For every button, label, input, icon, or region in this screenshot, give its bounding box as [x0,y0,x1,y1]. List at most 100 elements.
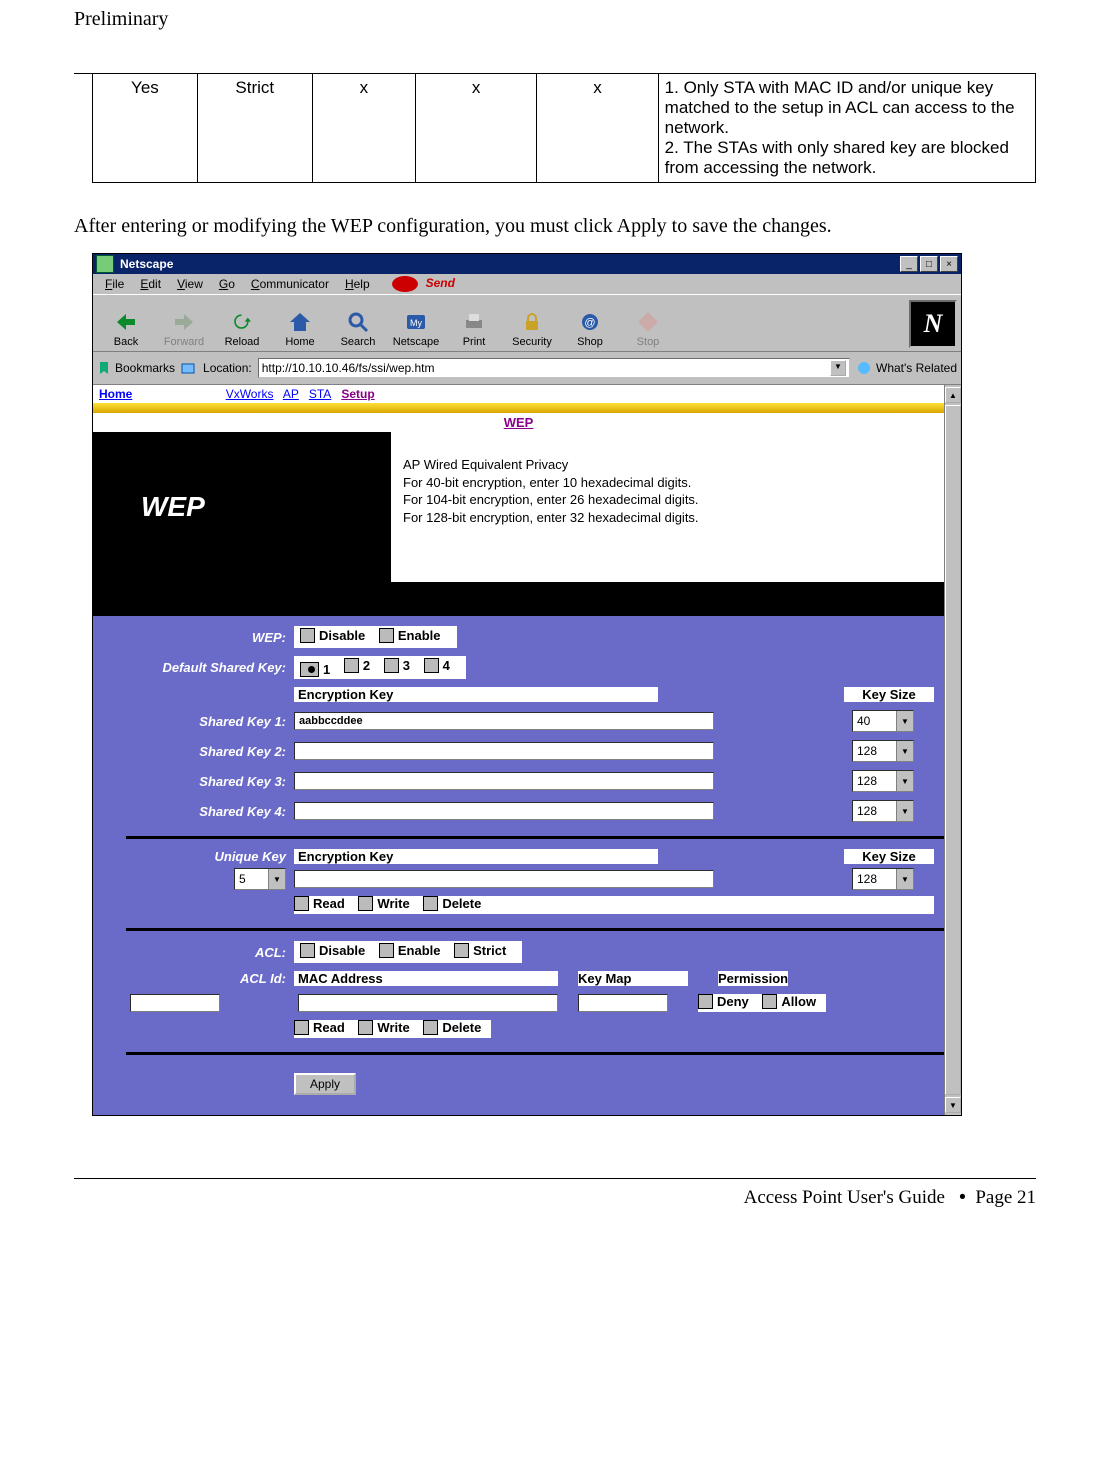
location-bar: Bookmarks Location: http://10.10.10.46/f… [93,352,961,385]
menu-go[interactable]: Go [213,276,241,292]
link-sta[interactable]: STA [309,387,331,401]
bookmarks-icon [97,361,111,375]
hero-description: AP Wired Equivalent Privacy For 40-bit e… [391,432,944,582]
back-button[interactable]: Back [97,310,155,348]
shared-key-2-input[interactable] [294,742,714,760]
acl-enable-radio[interactable]: Enable [379,943,441,958]
send-button[interactable]: Send [386,275,467,293]
dsk-4-radio[interactable]: 4 [424,658,450,673]
chevron-down-icon: ▼ [896,869,913,889]
shared-key-3-input[interactable] [294,772,714,790]
footer-rule [74,1178,1036,1179]
acl-disable-radio[interactable]: Disable [300,943,365,958]
home-button[interactable]: Home [271,310,329,348]
shared-key-3-size-select[interactable]: 128▼ [852,770,914,792]
scroll-down-button[interactable]: ▼ [945,1097,961,1113]
perm-deny-radio[interactable]: Deny [698,994,749,1009]
security-button[interactable]: Security [503,310,561,348]
toolbar-label: Stop [637,336,660,348]
shared-key-4-input[interactable] [294,802,714,820]
wep-disable-radio[interactable]: Disable [300,628,365,643]
location-dropdown-button[interactable]: ▼ [830,360,846,376]
forward-icon [171,310,197,334]
maximize-button[interactable]: □ [920,256,938,272]
acl-delete-radio[interactable]: Delete [423,1020,481,1035]
shop-icon: @ [577,310,603,334]
link-ap[interactable]: AP [283,387,299,401]
dsk-2-radio[interactable]: 2 [344,658,370,673]
location-drag-icon[interactable] [181,361,197,375]
shared-key-1-input[interactable] [294,712,714,730]
toolbar-label: Search [341,336,376,348]
toolbar-label: Back [114,336,138,348]
link-vxworks[interactable]: VxWorks [226,387,274,401]
shop-button[interactable]: @ Shop [561,310,619,348]
search-button[interactable]: Search [329,310,387,348]
shared-key-2-size-select[interactable]: 128▼ [852,740,914,762]
vertical-scrollbar[interactable]: ▲ ▼ [944,385,961,1115]
cell-x3: x [537,74,658,183]
netscape-button[interactable]: My Netscape [387,310,445,348]
dsk-1-radio[interactable]: 1 [300,662,330,677]
location-value: http://10.10.10.46/fs/ssi/wep.htm [262,361,435,375]
perm-allow-radio[interactable]: Allow [762,994,816,1009]
reload-button[interactable]: Reload [213,310,271,348]
acl-read-radio[interactable]: Read [294,1020,345,1035]
netscape-logo: N [909,300,957,348]
uk-delete-radio[interactable]: Delete [423,896,481,911]
print-button[interactable]: Print [445,310,503,348]
toolbar-label: Home [285,336,314,348]
acl-id-input[interactable] [130,994,220,1012]
forward-button[interactable]: Forward [155,310,213,348]
wep-enable-radio[interactable]: Enable [379,628,441,643]
print-icon [461,310,487,334]
hero-line: For 128-bit encryption, enter 32 hexadec… [403,509,932,527]
default-shared-key-label: Default Shared Key: [126,660,294,675]
toolbar-label: Netscape [393,336,439,348]
unique-key-input[interactable] [294,870,714,888]
close-button[interactable]: × [940,256,958,272]
unique-key-size-select[interactable]: 128▼ [852,868,914,890]
gold-divider [93,403,944,413]
permission-header: Permission [718,971,788,986]
search-icon [345,310,371,334]
instruction-paragraph: After entering or modifying the WEP conf… [74,213,1036,239]
location-input[interactable]: http://10.10.10.46/fs/ssi/wep.htm ▼ [258,358,850,378]
acl-strict-radio[interactable]: Strict [454,943,506,958]
scroll-thumb[interactable] [945,405,961,1095]
bookmarks-button[interactable]: Bookmarks [97,361,175,375]
menu-file[interactable]: File [99,276,130,292]
uk-write-radio[interactable]: Write [358,896,409,911]
link-wep[interactable]: WEP [504,415,534,430]
menu-edit[interactable]: Edit [134,276,167,292]
scroll-up-button[interactable]: ▲ [945,387,961,403]
svg-text:@: @ [584,317,595,329]
key-map-input[interactable] [578,994,668,1012]
dsk-3-radio[interactable]: 3 [384,658,410,673]
shared-key-1-size-select[interactable]: 40▼ [852,710,914,732]
minimize-button[interactable]: _ [900,256,918,272]
acl-rule-table: Yes Strict x x x 1. Only STA with MAC ID… [92,73,1036,183]
link-setup[interactable]: Setup [341,387,374,401]
reload-icon [229,310,255,334]
hero-line: For 104-bit encryption, enter 26 hexadec… [403,491,932,509]
acl-write-radio[interactable]: Write [358,1020,409,1035]
acl-label: ACL: [126,945,294,960]
content-area: Home VxWorks AP STA Setup WEP WEP AP Wir… [93,385,961,1115]
netscape-app-icon [96,255,114,273]
mac-address-input[interactable] [298,994,558,1012]
menu-help[interactable]: Help [339,276,376,292]
link-home[interactable]: Home [99,387,132,401]
hero-section: WEP AP Wired Equivalent Privacy For 40-b… [93,432,944,582]
shared-key-1-label: Shared Key 1: [126,714,294,729]
apply-button[interactable]: Apply [294,1073,356,1095]
uk-read-radio[interactable]: Read [294,896,345,911]
whats-related-button[interactable]: What's Related [856,361,957,375]
stop-button[interactable]: Stop [619,310,677,348]
hero-title: WEP [93,432,391,582]
lock-icon [519,310,545,334]
unique-key-index-select[interactable]: 5▼ [234,868,286,890]
menu-communicator[interactable]: Communicator [245,276,335,292]
menu-view[interactable]: View [171,276,209,292]
shared-key-4-size-select[interactable]: 128▼ [852,800,914,822]
